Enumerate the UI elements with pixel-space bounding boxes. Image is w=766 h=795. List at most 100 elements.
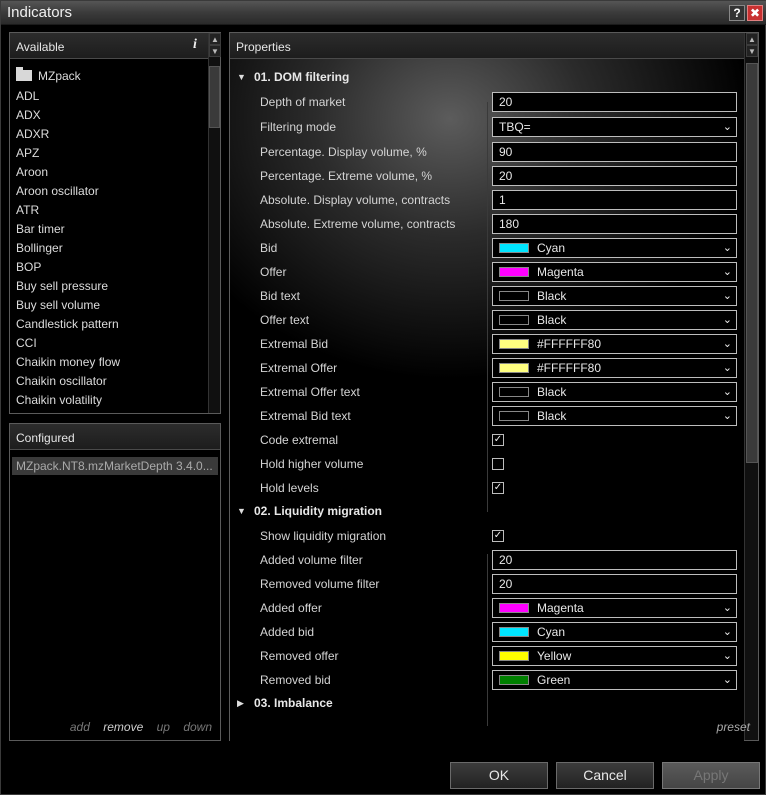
property-name: Depth of market [260,95,346,109]
list-item[interactable]: APZ [16,144,39,163]
available-scrollbar[interactable]: ▲ ▼ [208,33,221,413]
list-item[interactable]: CCI [16,334,37,353]
properties-scrollbar[interactable]: ▲ ▼ [744,33,758,740]
offer-color-select[interactable]: Magenta ⌄ [492,262,737,282]
hold-higher-volume-checkbox[interactable] [492,458,504,470]
added-bid-color-select[interactable]: Cyan ⌄ [492,622,737,642]
removed-offer-color-select[interactable]: Yellow ⌄ [492,646,737,666]
property-row: Removed volume filter 20 [230,572,744,596]
title-bar[interactable]: Indicators ? ✖ [1,1,766,25]
list-item[interactable]: Buy sell pressure [16,277,108,296]
chevron-down-icon: ⌄ [722,674,732,686]
scroll-up-icon[interactable]: ▲ [209,33,221,45]
expand-arrow-icon[interactable]: ▼ [237,72,246,82]
list-item[interactable]: ADL [16,87,39,106]
extremal-bid-color-select[interactable]: #FFFFFF80 ⌄ [492,334,737,354]
list-item[interactable]: Bar timer [16,220,65,239]
property-name: Removed volume filter [260,577,380,591]
property-row: Percentage. Display volume, % 90 [230,140,744,164]
cancel-button[interactable]: Cancel [556,762,654,789]
property-name: Offer text [260,313,310,327]
removed-volume-filter-input[interactable]: 20 [492,574,737,594]
abs-extreme-input[interactable]: 180 [492,214,737,234]
removed-bid-color-select[interactable]: Green ⌄ [492,670,737,690]
property-name: Code extremal [260,433,339,447]
scroll-thumb[interactable] [746,63,758,463]
color-swatch [499,243,529,253]
select-value: #FFFFFF80 [537,337,602,351]
list-item[interactable]: Chaikin oscillator [16,372,107,391]
scroll-down-icon[interactable]: ▼ [209,45,221,57]
list-item-folder[interactable]: MZpack [16,67,81,86]
expand-arrow-icon[interactable]: ▶ [237,698,244,709]
indicators-window: Indicators ? ✖ Available i MZpack ADL AD… [0,0,766,795]
property-row: Removed offer Yellow ⌄ [230,644,744,668]
depth-of-market-input[interactable]: 20 [492,92,737,112]
info-icon[interactable]: i [193,37,197,53]
extremal-offer-color-select[interactable]: #FFFFFF80 ⌄ [492,358,737,378]
list-item[interactable]: ATR [16,201,39,220]
ok-button[interactable]: OK [450,762,548,789]
list-item[interactable]: Chaikin money flow [16,353,120,372]
offer-text-color-select[interactable]: Black ⌄ [492,310,737,330]
section-dom-filtering[interactable]: ▼ 01. DOM filtering [230,66,744,90]
list-item[interactable]: BOP [16,258,41,277]
scroll-up-icon[interactable]: ▲ [746,33,758,45]
list-item[interactable]: ADXR [16,125,49,144]
list-item[interactable]: Candlestick pattern [16,315,119,334]
extremal-bid-text-color-select[interactable]: Black ⌄ [492,406,737,426]
list-item[interactable]: Aroon [16,163,48,182]
filtering-mode-select[interactable]: TBQ= ⌄ [492,117,737,137]
property-grid: ▼ 01. DOM filtering Depth of market 20 F… [230,59,744,741]
color-swatch [499,603,529,613]
add-link[interactable]: add [70,720,90,734]
section-liquidity-migration[interactable]: ▼ 02. Liquidity migration [230,500,744,524]
preset-link[interactable]: preset [717,720,750,734]
up-link[interactable]: up [157,720,170,734]
folder-icon [16,67,32,81]
property-row: Extremal Bid #FFFFFF80 ⌄ [230,332,744,356]
code-extremal-checkbox[interactable]: ✓ [492,434,504,446]
added-volume-filter-input[interactable]: 20 [492,550,737,570]
property-name: Added bid [260,625,315,639]
configured-item[interactable]: MZpack.NT8.mzMarketDepth 3.4.0... [12,457,218,475]
bid-text-color-select[interactable]: Black ⌄ [492,286,737,306]
help-button[interactable]: ? [729,5,745,21]
abs-display-input[interactable]: 1 [492,190,737,210]
configured-panel: Configured MZpack.NT8.mzMarketDepth 3.4.… [9,423,221,741]
bid-color-select[interactable]: Cyan ⌄ [492,238,737,258]
pct-extreme-input[interactable]: 20 [492,166,737,186]
property-name: Hold higher volume [260,457,364,471]
list-item[interactable]: Chaikin volatility [16,391,102,410]
apply-button[interactable]: Apply [662,762,760,789]
property-name: Filtering mode [260,120,337,134]
section-imbalance[interactable]: ▶ 03. Imbalance [230,692,744,716]
scroll-down-icon[interactable]: ▼ [746,45,758,57]
pct-display-input[interactable]: 90 [492,142,737,162]
list-item[interactable]: ADX [16,106,41,125]
extremal-offer-text-color-select[interactable]: Black ⌄ [492,382,737,402]
close-button[interactable]: ✖ [747,5,763,21]
show-liquidity-checkbox[interactable]: ✓ [492,530,504,542]
remove-link[interactable]: remove [103,720,143,734]
property-name: Removed offer [260,649,339,663]
list-item[interactable]: Aroon oscillator [16,182,99,201]
expand-arrow-icon[interactable]: ▼ [237,506,246,516]
property-row: Absolute. Extreme volume, contracts 180 [230,212,744,236]
properties-title: Properties [236,40,291,54]
added-offer-color-select[interactable]: Magenta ⌄ [492,598,737,618]
list-item[interactable]: Bollinger [16,239,63,258]
down-link[interactable]: down [183,720,212,734]
available-header: Available i [10,33,220,59]
configured-title: Configured [16,431,75,445]
property-name: Percentage. Display volume, % [260,145,427,159]
list-item[interactable]: Buy sell volume [16,296,100,315]
hold-levels-checkbox[interactable]: ✓ [492,482,504,494]
property-row: Depth of market 20 [230,90,744,114]
select-value: Cyan [537,241,566,255]
property-name: Extremal Offer [260,361,338,375]
scroll-thumb[interactable] [209,66,220,128]
property-row: Hold higher volume [230,452,744,476]
color-swatch [499,411,529,421]
chevron-down-icon: ⌄ [722,314,732,326]
